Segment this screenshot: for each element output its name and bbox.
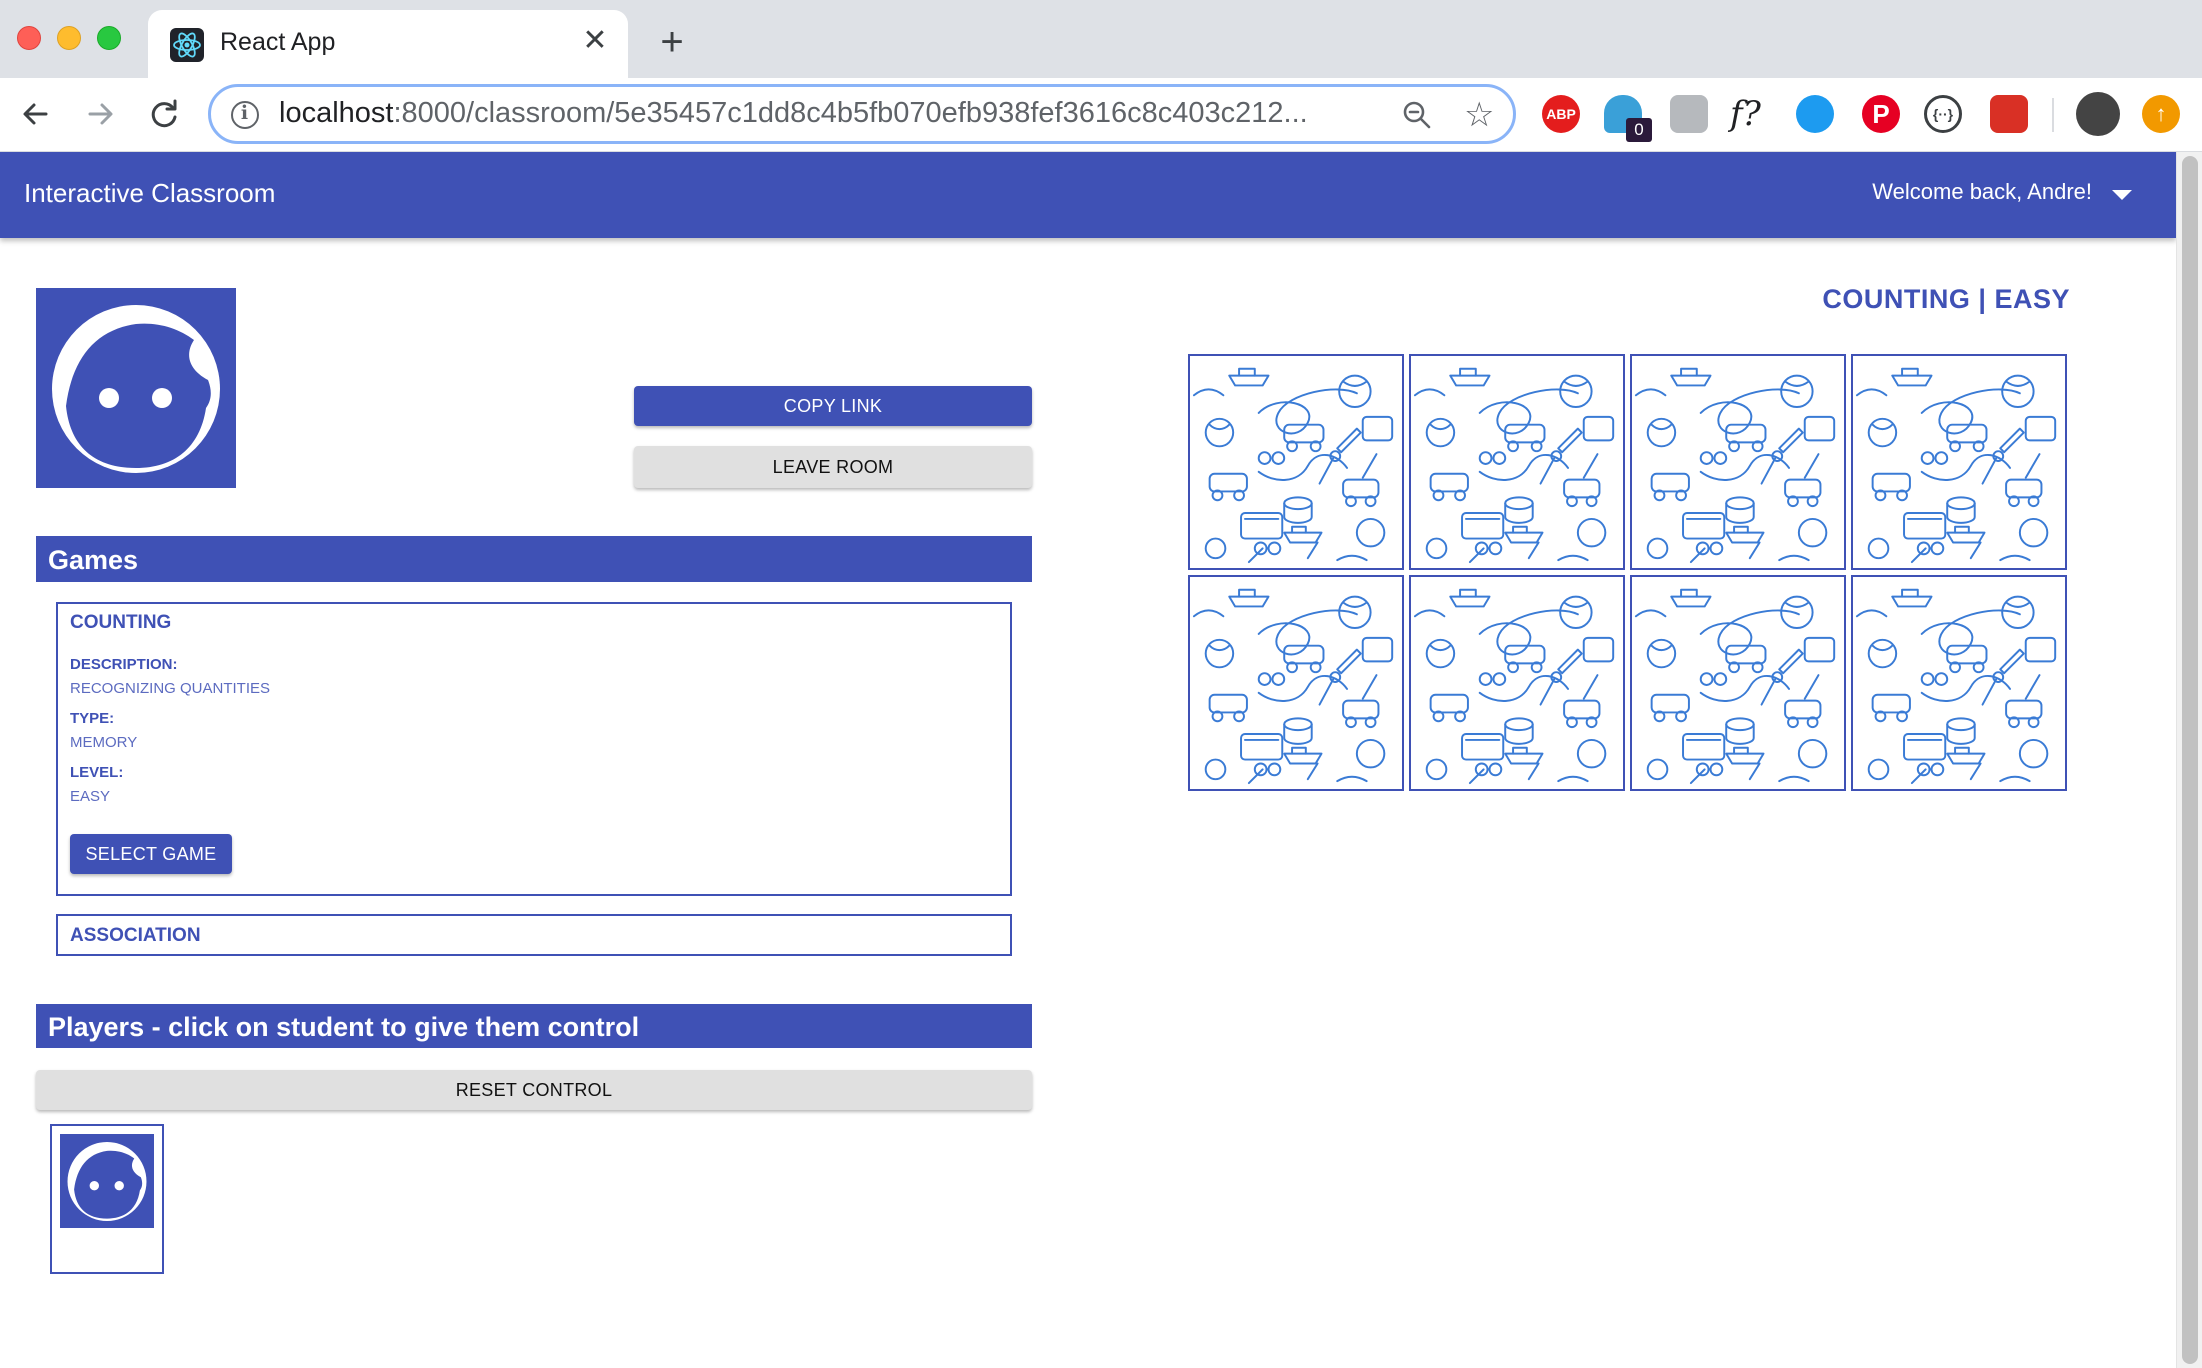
close-tab-icon[interactable]: ✕ xyxy=(578,24,612,58)
url-host: localhost xyxy=(279,97,394,129)
players-heading: Players - click on student to give them … xyxy=(36,1004,1032,1048)
toy-pattern-icon xyxy=(1634,367,1836,564)
url-text[interactable]: localhost:8000/classroom/5e35457c1dd8c4b… xyxy=(279,97,1389,130)
briefcase-extension-icon[interactable] xyxy=(1670,95,1708,133)
browser-tab-bar: React App ✕ + xyxy=(0,0,2202,78)
update-arrow-icon[interactable]: ↑ xyxy=(2142,95,2180,133)
close-window-button[interactable] xyxy=(17,26,41,50)
scrollbar-thumb[interactable] xyxy=(2182,156,2198,1364)
memory-card[interactable] xyxy=(1409,354,1625,570)
code-extension-icon[interactable]: {··} xyxy=(1924,95,1962,133)
game-card-counting[interactable]: COUNTING DESCRIPTION: RECOGNIZING QUANTI… xyxy=(56,602,1012,896)
teacher-avatar xyxy=(36,288,236,488)
url-path: :8000/classroom/5e35457c1dd8c4b5fb070efb… xyxy=(393,97,1308,129)
toy-pattern-icon xyxy=(1413,588,1615,785)
copy-link-button[interactable]: COPY LINK xyxy=(634,386,1032,426)
pinterest-extension-icon[interactable]: P xyxy=(1862,95,1900,133)
extension-badge: 0 xyxy=(1626,118,1652,142)
description-label: DESCRIPTION: xyxy=(70,656,178,673)
type-label: TYPE: xyxy=(70,710,115,727)
student-avatar xyxy=(60,1134,154,1228)
react-devtools-extension-icon[interactable] xyxy=(1990,95,2028,133)
app-bar: Interactive Classroom Welcome back, Andr… xyxy=(0,152,2176,238)
profile-avatar[interactable] xyxy=(2076,92,2120,136)
game-title: COUNTING xyxy=(70,612,172,633)
toy-pattern-icon xyxy=(1855,588,2057,785)
bookmark-star-icon[interactable]: ☆ xyxy=(1464,95,1494,135)
new-tab-icon[interactable]: + xyxy=(650,20,694,64)
reload-icon[interactable] xyxy=(142,92,186,136)
adblock-extension-icon[interactable]: ABP xyxy=(1542,95,1580,133)
zoom-icon[interactable] xyxy=(1401,99,1433,131)
leave-room-button[interactable]: LEAVE ROOM xyxy=(634,446,1032,488)
browser-tab[interactable]: React App ✕ xyxy=(148,10,628,78)
face-icon xyxy=(52,305,220,473)
site-info-icon[interactable] xyxy=(231,101,259,129)
reset-control-button[interactable]: RESET CONTROL xyxy=(36,1070,1032,1110)
student-card[interactable] xyxy=(50,1124,164,1274)
level-value: EASY xyxy=(70,788,111,805)
memory-card[interactable] xyxy=(1851,575,2067,791)
toy-pattern-icon xyxy=(1855,367,2057,564)
toy-pattern-icon xyxy=(1192,367,1394,564)
type-value: MEMORY xyxy=(70,734,138,751)
level-label: LEVEL: xyxy=(70,764,124,781)
page-scrollbar[interactable] xyxy=(2176,152,2202,1368)
react-logo-icon xyxy=(170,28,204,62)
board-title: COUNTING | EASY xyxy=(1822,284,2070,314)
forward-arrow-icon[interactable] xyxy=(78,92,122,136)
toolbar-divider xyxy=(2052,98,2054,132)
back-arrow-icon[interactable] xyxy=(14,92,58,136)
user-menu[interactable]: Welcome back, Andre! xyxy=(1872,179,2092,205)
font-finder-extension-icon[interactable]: f? xyxy=(1730,95,1768,133)
bird-extension-icon[interactable] xyxy=(1796,95,1834,133)
toy-pattern-icon xyxy=(1413,367,1615,564)
maximize-window-button[interactable] xyxy=(97,26,121,50)
tab-title: React App xyxy=(220,28,336,56)
memory-card[interactable] xyxy=(1188,575,1404,791)
address-bar[interactable]: localhost:8000/classroom/5e35457c1dd8c4b… xyxy=(208,84,1516,144)
game-title: ASSOCIATION xyxy=(70,925,201,946)
toy-pattern-icon xyxy=(1192,588,1394,785)
memory-card[interactable] xyxy=(1409,575,1625,791)
minimize-window-button[interactable] xyxy=(57,26,81,50)
toy-pattern-icon xyxy=(1634,588,1836,785)
memory-card[interactable] xyxy=(1188,354,1404,570)
select-game-button[interactable]: SELECT GAME xyxy=(70,834,232,874)
memory-card[interactable] xyxy=(1630,354,1846,570)
browser-toolbar: localhost:8000/classroom/5e35457c1dd8c4b… xyxy=(0,78,2202,152)
games-heading: Games xyxy=(36,536,1032,582)
chevron-down-icon[interactable] xyxy=(2112,190,2132,200)
memory-card[interactable] xyxy=(1630,575,1846,791)
app-title: Interactive Classroom xyxy=(24,178,276,208)
memory-card[interactable] xyxy=(1851,354,2067,570)
description-value: RECOGNIZING QUANTITIES xyxy=(70,680,271,697)
game-card-association[interactable]: ASSOCIATION xyxy=(56,914,1012,956)
page-viewport: Interactive Classroom Welcome back, Andr… xyxy=(0,152,2202,1368)
face-icon xyxy=(67,1141,147,1221)
